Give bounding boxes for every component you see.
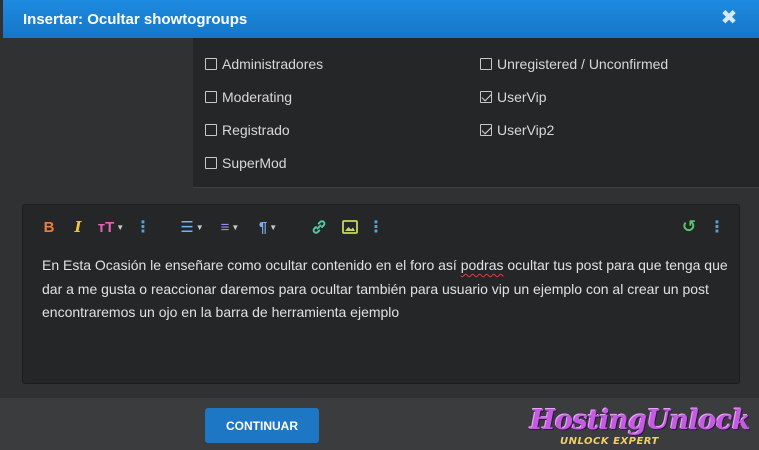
checkbox-label: UserVip [497, 89, 547, 105]
dialog-titlebar: Insertar: Ocultar showtogroups ✖ [3, 0, 759, 38]
editor-content[interactable]: En Esta Ocasión le enseñare como ocultar… [42, 254, 732, 325]
checkbox-box[interactable] [480, 91, 492, 103]
link-icon[interactable] [309, 217, 329, 237]
chevron-down-icon: ▼ [269, 222, 278, 232]
align-glyph: ≡ [220, 218, 230, 236]
checkbox-box[interactable] [205, 157, 217, 169]
chevron-down-icon: ▼ [195, 222, 204, 232]
insert-dialog: Insertar: Ocultar showtogroups ✖ Adminis… [0, 0, 759, 450]
checkbox-label: Administradores [222, 56, 324, 72]
watermark-sub-a: UNLOCK [560, 436, 610, 447]
watermark-logo: HostingUnlock UNLOCK EXPERT [530, 405, 756, 450]
link-svg [312, 220, 326, 234]
more-options-icon[interactable]: ⋮ [135, 217, 151, 237]
checkbox-label: Registrado [222, 122, 290, 138]
groups-panel: Administradores Moderating Registrado Su… [193, 38, 759, 188]
chevron-down-icon: ▼ [116, 222, 125, 232]
paragraph-icon[interactable]: ¶ ▼ [253, 217, 283, 237]
align-icon[interactable]: ≡ ▼ [215, 217, 245, 237]
rich-text-editor[interactable]: B I тT ▼ ⋮ ☰ ▼ ≡ ▼ ¶ ▼ ⋮ ↺ ⋮ En Esta Oca… [22, 204, 740, 384]
watermark-brand: HostingUnlock [530, 405, 751, 436]
editor-toolbar: B I тT ▼ ⋮ ☰ ▼ ≡ ▼ ¶ ▼ ⋮ ↺ ⋮ [23, 205, 739, 249]
image-svg [342, 220, 358, 234]
checkbox-group-6[interactable]: UserVip2 [480, 122, 554, 138]
checkbox-group-4[interactable]: Unregistered / Unconfirmed [480, 56, 668, 72]
checkbox-group-1[interactable]: Moderating [205, 89, 292, 105]
chevron-down-icon: ▼ [231, 222, 240, 232]
more-options-icon[interactable]: ⋮ [368, 217, 384, 237]
groups-side-area [3, 38, 193, 188]
checkbox-group-5[interactable]: UserVip [480, 89, 547, 105]
font-size-icon[interactable]: тT ▼ [95, 217, 127, 237]
font-size-glyph: тT [97, 218, 115, 236]
editor-text-before: En Esta Ocasión le enseñare como ocultar… [42, 257, 461, 273]
checkbox-label: SuperMod [222, 155, 287, 171]
checkbox-box[interactable] [205, 58, 217, 70]
checkbox-label: Unregistered / Unconfirmed [497, 56, 669, 72]
list-glyph: ☰ [180, 219, 194, 236]
image-icon[interactable] [340, 217, 360, 237]
misspelled-word: podras [460, 257, 504, 273]
checkbox-label: UserVip2 [497, 122, 555, 138]
checkbox-group-2[interactable]: Registrado [205, 122, 290, 138]
checkbox-box[interactable] [205, 124, 217, 136]
checkbox-box[interactable] [205, 91, 217, 103]
watermark-sub: UNLOCK EXPERT [560, 436, 659, 447]
paragraph-glyph: ¶ [258, 218, 268, 236]
checkbox-label: Moderating [222, 89, 293, 105]
watermark-sub-b: EXPERT [613, 436, 659, 447]
list-icon[interactable]: ☰ ▼ [177, 217, 207, 237]
checkbox-group-3[interactable]: SuperMod [205, 155, 287, 171]
close-icon[interactable]: ✖ [719, 8, 739, 28]
continue-button[interactable]: CONTINUAR [205, 408, 319, 443]
undo-icon[interactable]: ↺ [679, 217, 699, 237]
checkbox-group-0[interactable]: Administradores [205, 56, 323, 72]
italic-icon[interactable]: I [69, 217, 87, 237]
bold-icon[interactable]: B [39, 217, 59, 237]
more-options-icon[interactable]: ⋮ [709, 217, 725, 237]
checkbox-box[interactable] [480, 58, 492, 70]
checkbox-box[interactable] [480, 124, 492, 136]
dialog-title: Insertar: Ocultar showtogroups [23, 10, 248, 28]
